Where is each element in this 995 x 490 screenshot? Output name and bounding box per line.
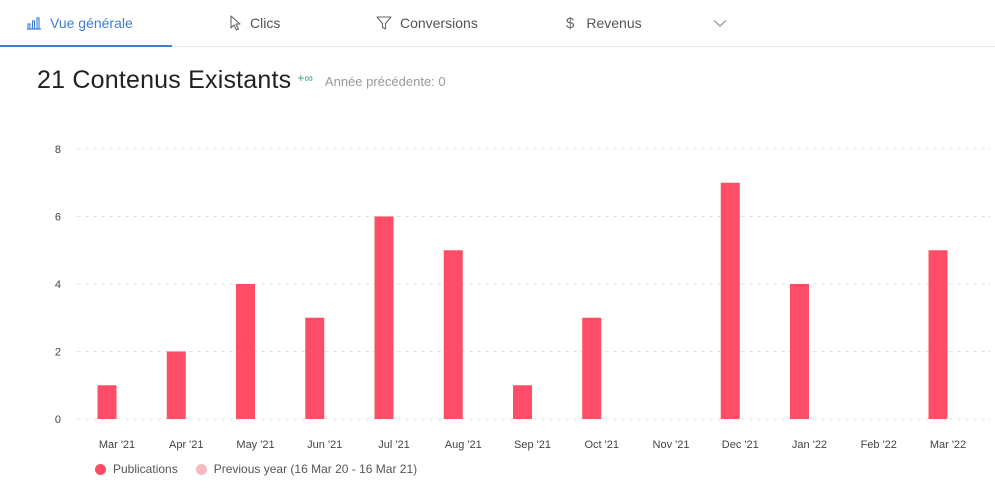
- x-tick-label: Nov '21: [653, 439, 690, 451]
- legend-label-publications: Publications: [113, 462, 178, 476]
- x-tick-label: Mar '22: [930, 439, 966, 451]
- x-tick-label: Feb '22: [861, 439, 897, 451]
- x-tick-label: May '21: [236, 439, 274, 451]
- legend-swatch-previous-year: [195, 463, 207, 475]
- bar-publications: [582, 317, 602, 419]
- x-tick-label: Jul '21: [378, 439, 409, 451]
- bar-publications: [166, 351, 186, 419]
- bar-publications: [720, 182, 740, 419]
- y-tick-label: 6: [55, 212, 61, 224]
- x-tick-label: Apr '21: [169, 439, 204, 451]
- chart-legend: Publications Previous year (16 Mar 20 - …: [95, 462, 435, 476]
- legend-swatch-publications: [95, 463, 106, 475]
- x-tick-label: Aug '21: [445, 439, 482, 451]
- legend-label-previous-year: Previous year (16 Mar 20 - 16 Mar 21): [213, 462, 418, 476]
- bar-publications: [374, 216, 394, 419]
- legend-item-publications[interactable]: Publications: [95, 462, 178, 476]
- legend-item-previous-year[interactable]: Previous year (16 Mar 20 - 16 Mar 21): [195, 462, 418, 476]
- y-tick-label: 8: [55, 144, 61, 156]
- y-tick-label: 2: [55, 347, 61, 359]
- y-tick-label: 0: [55, 414, 61, 426]
- x-tick-label: Mar '21: [99, 439, 135, 451]
- bar-publications: [97, 385, 117, 419]
- x-tick-label: Sep '21: [514, 439, 551, 451]
- x-tick-label: Oct '21: [584, 439, 619, 451]
- bar-publications: [443, 250, 463, 419]
- bar-publications: [513, 385, 532, 419]
- x-tick-label: Jan '22: [792, 439, 827, 451]
- x-tick-label: Jun '21: [307, 439, 342, 451]
- y-tick-label: 4: [55, 279, 61, 291]
- x-tick-label: Dec '21: [722, 439, 759, 451]
- bar-publications: [790, 284, 809, 419]
- bar-publications: [928, 250, 948, 419]
- bar-publications: [305, 317, 325, 419]
- bar-publications: [236, 284, 255, 419]
- publications-chart: 0 2 4 6 8 Mar '21 Apr '21 May '21 Jun '21 Jul '21…: [55, 144, 990, 451]
